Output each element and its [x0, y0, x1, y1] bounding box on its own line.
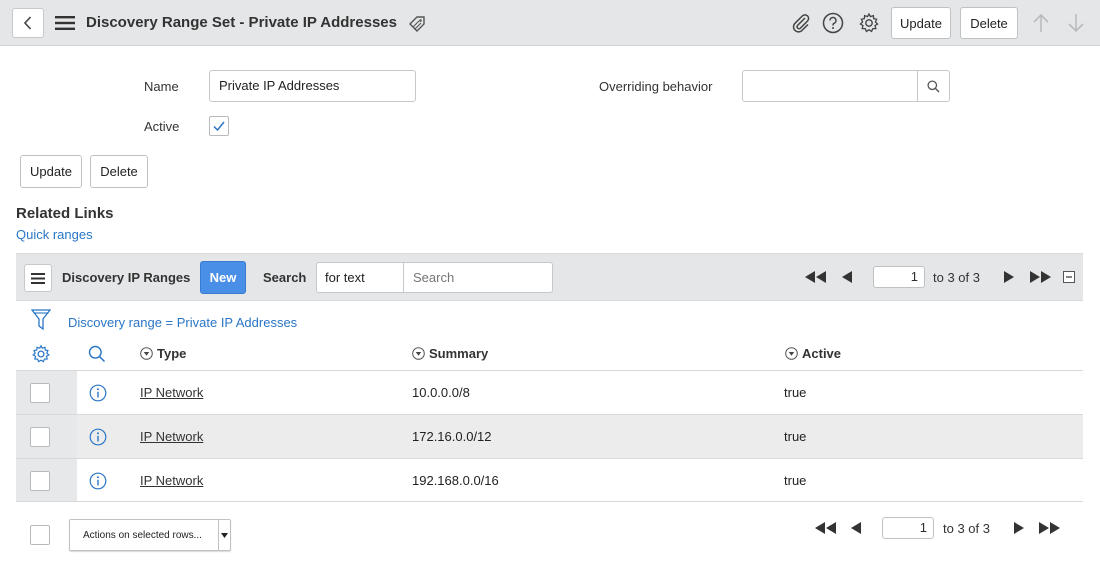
page-range-text: to 3 of 3: [933, 270, 980, 285]
previous-page-icon[interactable]: [842, 271, 853, 283]
sort-down-icon: [785, 347, 798, 360]
row-type-link[interactable]: IP Network: [140, 473, 203, 488]
search-label: Search: [263, 270, 307, 285]
menu-icon: [55, 16, 75, 30]
active-label: Active: [144, 119, 180, 134]
row-type-link[interactable]: IP Network: [140, 429, 203, 444]
column-label-type: Type: [157, 346, 187, 361]
column-header-type[interactable]: Type: [140, 346, 186, 361]
form-update-button[interactable]: Update: [20, 155, 82, 188]
row-summary: 10.0.0.0/8: [412, 385, 470, 400]
gear-icon[interactable]: [858, 12, 880, 34]
row-summary: 172.16.0.0/12: [412, 429, 492, 444]
sort-down-icon: [140, 347, 153, 360]
column-header-active[interactable]: Active: [785, 346, 841, 361]
name-field[interactable]: Private IP Addresses: [209, 70, 416, 102]
chevron-left-icon: [23, 16, 32, 30]
last-page-icon[interactable]: [1029, 271, 1051, 283]
bottom-next-page-icon[interactable]: [1013, 522, 1024, 534]
header-update-button[interactable]: Update: [891, 7, 951, 39]
menu-icon: [31, 272, 45, 284]
help-icon[interactable]: [822, 12, 844, 34]
search-field-select[interactable]: for text: [316, 262, 404, 293]
new-button[interactable]: New: [200, 261, 246, 294]
paperclip-icon[interactable]: [790, 12, 812, 34]
form-header: Discovery Range Set - Private IP Address…: [0, 0, 1100, 46]
bottom-previous-page-icon[interactable]: [851, 522, 862, 534]
arrow-up-icon[interactable]: [1031, 12, 1051, 34]
actions-select[interactable]: Actions on selected rows...: [69, 519, 231, 551]
bottom-page-range-text: to 3 of 3: [943, 521, 990, 536]
row-active: true: [784, 473, 807, 488]
bottom-first-page-icon[interactable]: [815, 522, 837, 534]
form-delete-button[interactable]: Delete: [90, 155, 148, 188]
quick-ranges-link[interactable]: Quick ranges: [16, 227, 93, 242]
header-delete-button[interactable]: Delete: [960, 7, 1018, 39]
row-summary: 192.168.0.0/16: [412, 473, 499, 488]
next-page-icon[interactable]: [1003, 271, 1014, 283]
lookup-button[interactable]: [917, 70, 950, 102]
table-row: IP Network 10.0.0.0/8 true: [16, 370, 1083, 414]
row-checkbox[interactable]: [30, 427, 50, 447]
tag-icon[interactable]: [407, 14, 427, 34]
search-icon: [927, 79, 940, 92]
table-row: IP Network 192.168.0.0/16 true: [16, 458, 1083, 502]
first-page-icon[interactable]: [805, 271, 827, 283]
row-type-link[interactable]: IP Network: [140, 385, 203, 400]
collapse-icon[interactable]: [1063, 271, 1075, 283]
bottom-last-page-icon[interactable]: [1038, 522, 1060, 534]
active-checkbox[interactable]: [209, 116, 229, 136]
column-search-icon[interactable]: [88, 345, 106, 363]
list-menu-button[interactable]: [24, 264, 52, 292]
search-input[interactable]: [403, 262, 553, 293]
arrow-down-icon[interactable]: [1066, 12, 1086, 34]
row-checkbox[interactable]: [30, 383, 50, 403]
related-links-heading: Related Links: [16, 205, 114, 222]
dropdown-arrow-icon: [218, 520, 230, 550]
column-label-active: Active: [802, 346, 842, 361]
overriding-behavior-label: Overriding behavior: [599, 79, 713, 94]
list-title: Discovery IP Ranges: [62, 270, 191, 285]
bottom-page-input[interactable]: 1: [882, 517, 934, 539]
related-list-header: Discovery IP Ranges New Search for text …: [16, 253, 1083, 301]
select-all-checkbox[interactable]: [30, 525, 50, 545]
info-icon[interactable]: [89, 428, 107, 446]
filter-breadcrumb[interactable]: Discovery range = Private IP Addresses: [68, 315, 297, 330]
overriding-behavior-field[interactable]: [742, 70, 918, 102]
filter-icon[interactable]: [31, 309, 51, 331]
column-header-summary[interactable]: Summary: [412, 346, 488, 361]
table-row: IP Network 172.16.0.0/12 true: [16, 414, 1083, 458]
row-active: true: [784, 385, 807, 400]
name-label: Name: [144, 79, 179, 94]
checkmark-icon: [213, 121, 225, 132]
context-menu-button[interactable]: [55, 16, 75, 30]
personalize-list-icon[interactable]: [31, 344, 51, 364]
page-input[interactable]: 1: [873, 266, 925, 288]
page-title: Discovery Range Set - Private IP Address…: [86, 14, 397, 31]
sort-down-icon: [412, 347, 425, 360]
info-icon[interactable]: [89, 472, 107, 490]
row-active: true: [784, 429, 807, 444]
column-label-summary: Summary: [429, 346, 489, 361]
actions-select-label: Actions on selected rows...: [83, 530, 202, 541]
back-button[interactable]: [12, 8, 44, 38]
row-checkbox[interactable]: [30, 471, 50, 491]
info-icon[interactable]: [89, 384, 107, 402]
